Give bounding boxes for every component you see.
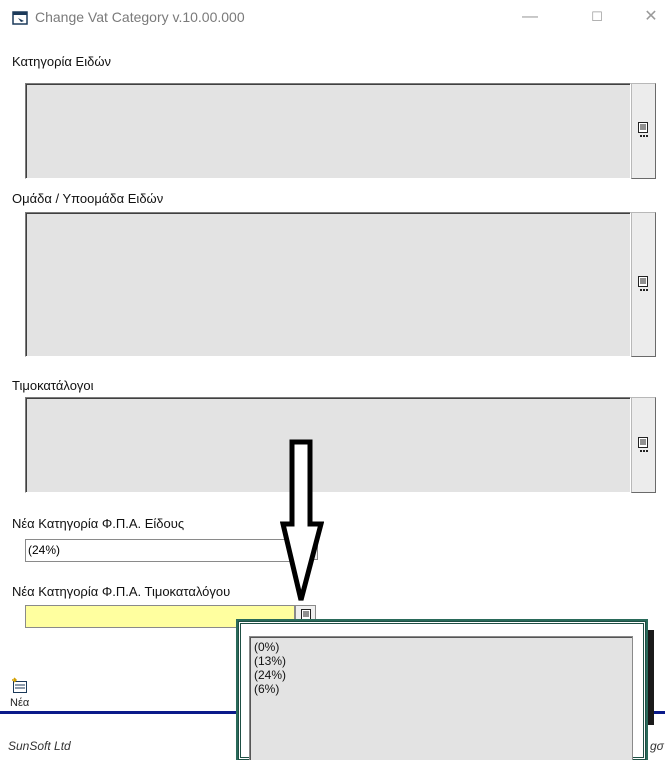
vat-options-list[interactable]: (0%) (13%) (24%) (6%) — [249, 636, 633, 760]
item-category-label: Κατηγορία Ειδών — [12, 54, 111, 69]
minimize-button[interactable]: — — [515, 6, 545, 30]
footer-fragment: gσ — [650, 739, 664, 753]
new-button-label: Νέα — [10, 697, 30, 709]
vat-dropdown-popup: (0%) (13%) (24%) (6%) — [236, 619, 648, 760]
price-lists-picker-button[interactable] — [631, 397, 656, 493]
list-picker-icon — [638, 437, 648, 452]
item-category-list[interactable] — [25, 83, 631, 179]
company-name: SunSoft Ltd — [8, 739, 71, 753]
title-bar: Change Vat Category v.10.00.000 — ☐ ✕ — [0, 0, 665, 36]
close-button[interactable]: ✕ — [636, 6, 665, 30]
price-lists-label: Τιμοκατάλογοι — [12, 378, 94, 393]
item-group-picker-button[interactable] — [631, 212, 656, 357]
new-document-icon — [12, 677, 27, 693]
vat-option[interactable]: (6%) — [254, 682, 628, 696]
annotation-arrow — [280, 439, 324, 601]
maximize-button[interactable]: ☐ — [582, 6, 612, 30]
list-picker-icon — [638, 276, 648, 291]
popup-shadow — [646, 630, 654, 725]
price-lists-list[interactable] — [25, 397, 631, 493]
new-vat-pricelist-label: Νέα Κατηγορία Φ.Π.Α. Τιμοκαταλόγου — [12, 584, 231, 599]
item-category-picker-button[interactable] — [631, 83, 656, 179]
vat-option[interactable]: (24%) — [254, 668, 628, 682]
new-vat-item-field[interactable]: (24%) — [25, 539, 297, 562]
list-icon — [301, 609, 311, 620]
vat-option[interactable]: (0%) — [254, 640, 628, 654]
new-vat-item-label: Νέα Κατηγορία Φ.Π.Α. Είδους — [12, 516, 185, 531]
app-icon — [12, 11, 28, 25]
window-title: Change Vat Category v.10.00.000 — [35, 9, 245, 25]
vat-option[interactable]: (13%) — [254, 654, 628, 668]
list-picker-icon — [638, 122, 648, 137]
item-group-list[interactable] — [25, 212, 631, 357]
new-button[interactable]: Νέα — [10, 677, 46, 711]
item-group-label: Ομάδα / Υποομάδα Ειδών — [12, 191, 164, 206]
